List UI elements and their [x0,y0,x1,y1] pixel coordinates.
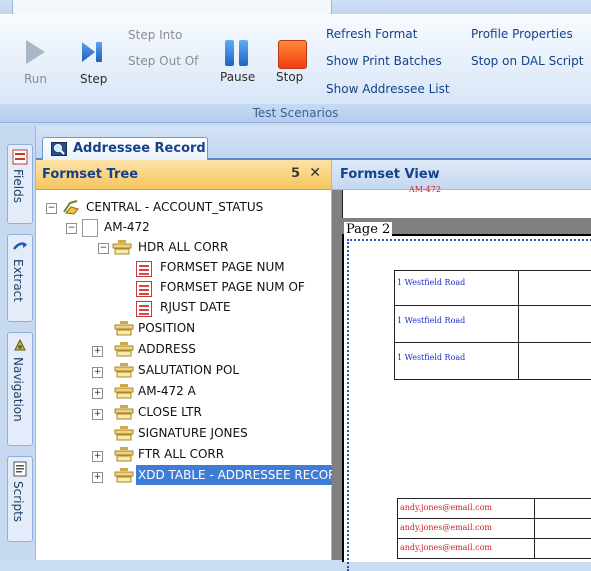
section-icon [114,384,134,399]
close-icon[interactable]: ✕ [309,165,321,181]
expand-toggle[interactable]: + [92,472,103,483]
document-tab-strip: Addressee Record [36,126,591,161]
extract-icon [13,242,27,250]
step-button[interactable]: Step [80,72,107,86]
collapse-toggle[interactable]: − [98,243,109,254]
table-cell [518,305,591,343]
rail-tab-label: Fields [11,169,25,203]
expand-toggle[interactable]: + [92,346,103,357]
tree-node-section[interactable]: FTR ALL CORR [138,444,224,464]
section-icon [114,426,134,441]
page-label: Page 2 [344,222,393,237]
email-cell[interactable]: andy.jones@email.com [397,538,536,559]
run-icon[interactable] [26,40,45,64]
show-print-batches-button[interactable]: Show Print Batches [326,54,442,68]
table-cell [534,518,591,539]
step-icon[interactable] [82,40,104,64]
table-cell [518,342,591,380]
tree-node-section[interactable]: CLOSE LTR [138,402,202,422]
field-icon [136,281,152,297]
tree-node-section[interactable]: AM-472 A [138,381,196,401]
ribbon-group-label: Test Scenarios [0,104,591,123]
address-cell[interactable]: 1 Westfield Road [394,270,521,306]
expand-toggle[interactable]: + [92,388,103,399]
tree-node-field[interactable]: RJUST DATE [160,297,231,317]
refresh-format-button[interactable]: Refresh Format [326,27,417,41]
previous-page-fragment: AM-472 [342,185,591,218]
section-icon [114,342,134,357]
field-icon [136,261,152,277]
table-cell [518,270,591,306]
panel-title: Formset Tree [42,167,139,182]
expand-toggle[interactable]: + [92,409,103,420]
addressee-record-icon [51,142,67,156]
fragment-text: AM-472 [409,185,441,194]
tree-node-section[interactable]: SALUTATION POL [138,360,239,380]
section-icon [114,363,134,378]
fields-icon [12,149,28,165]
tree-node-section[interactable]: POSITION [138,318,195,338]
rail-tab-extract[interactable]: Extract [7,234,33,322]
formset-view-panel: Formset View AM-472 1 Westfield Road 1 W… [332,160,591,571]
section-icon [114,468,134,483]
field-icon [136,301,152,317]
ribbon-active-tab[interactable] [12,0,332,15]
collapse-toggle[interactable]: − [46,203,57,214]
panel-title: Formset View [340,167,440,182]
step-into-button[interactable]: Step Into [128,28,182,42]
tab-addressee-record[interactable]: Addressee Record [42,137,208,161]
formset-view-header: Formset View [332,160,591,190]
tree-node-hdr-all-corr[interactable]: HDR ALL CORR [138,237,228,257]
scripts-icon [13,461,27,477]
tree-node-central[interactable]: CENTRAL - ACCOUNT_STATUS [86,197,263,217]
ribbon: Run Step Step Into Step Out Of Pause Sto… [0,14,591,110]
stop-icon[interactable] [278,40,307,69]
table-cell [534,538,591,559]
rail-tab-fields[interactable]: Fields [7,144,33,224]
rail-tab-label: Navigation [11,357,25,422]
section-icon [112,240,132,255]
page-preview-canvas[interactable]: AM-472 1 Westfield Road 1 Westfield Road… [332,185,591,571]
tree-node-field[interactable]: FORMSET PAGE NUM OF [160,277,305,297]
tree-node-section[interactable]: SIGNATURE JONES [138,423,248,443]
profile-properties-button[interactable]: Profile Properties [471,27,573,41]
formset-tree-panel: Formset Tree 𝟱 ✕ − CENTRAL - ACCOUNT_STA… [36,160,334,560]
rail-tab-navigation[interactable]: Navigation [7,332,33,446]
stop-on-dal-script-button[interactable]: Stop on DAL Script [471,54,583,68]
pin-icon[interactable]: 𝟱 [291,166,300,181]
address-cell[interactable]: 1 Westfield Road [394,305,521,343]
formset-tree-header: Formset Tree 𝟱 ✕ [36,160,331,190]
collapse-toggle[interactable]: − [66,223,77,234]
tree-node-section[interactable]: ADDRESS [138,339,196,359]
stop-button[interactable]: Stop [276,70,303,84]
table-cell [534,498,591,519]
run-button[interactable]: Run [24,72,47,86]
page-2: 1 Westfield Road 1 Westfield Road 1 West… [342,234,591,571]
tree-node-am-472[interactable]: AM-472 [104,217,150,237]
ribbon-tab-strip [0,0,591,15]
rail-tab-scripts[interactable]: Scripts [7,456,33,542]
expand-toggle[interactable]: + [92,451,103,462]
show-addressee-list-button[interactable]: Show Addressee List [326,82,450,96]
pause-button[interactable]: Pause [220,70,255,84]
section-icon [114,447,134,462]
pause-icon[interactable] [223,39,251,67]
rail-tab-label: Extract [11,259,25,302]
section-icon [114,405,134,420]
left-side-rail: Fields Extract Navigation Scripts [0,126,36,560]
tree-node-field[interactable]: FORMSET PAGE NUM [160,257,285,277]
navigation-icon [14,338,26,351]
address-cell[interactable]: 1 Westfield Road [394,342,521,380]
formset-icon [63,200,79,215]
form-icon [82,219,98,237]
tree-node-selected[interactable]: XDD TABLE - ADDRESSEE RECORD [135,464,334,486]
email-cell[interactable]: andy.jones@email.com [397,498,536,519]
step-out-of-button[interactable]: Step Out Of [128,54,198,68]
tab-title: Addressee Record [73,141,206,156]
section-icon [114,321,134,336]
rail-tab-label: Scripts [11,481,25,523]
expand-toggle[interactable]: + [92,367,103,378]
email-cell[interactable]: andy.jones@email.com [397,518,536,539]
